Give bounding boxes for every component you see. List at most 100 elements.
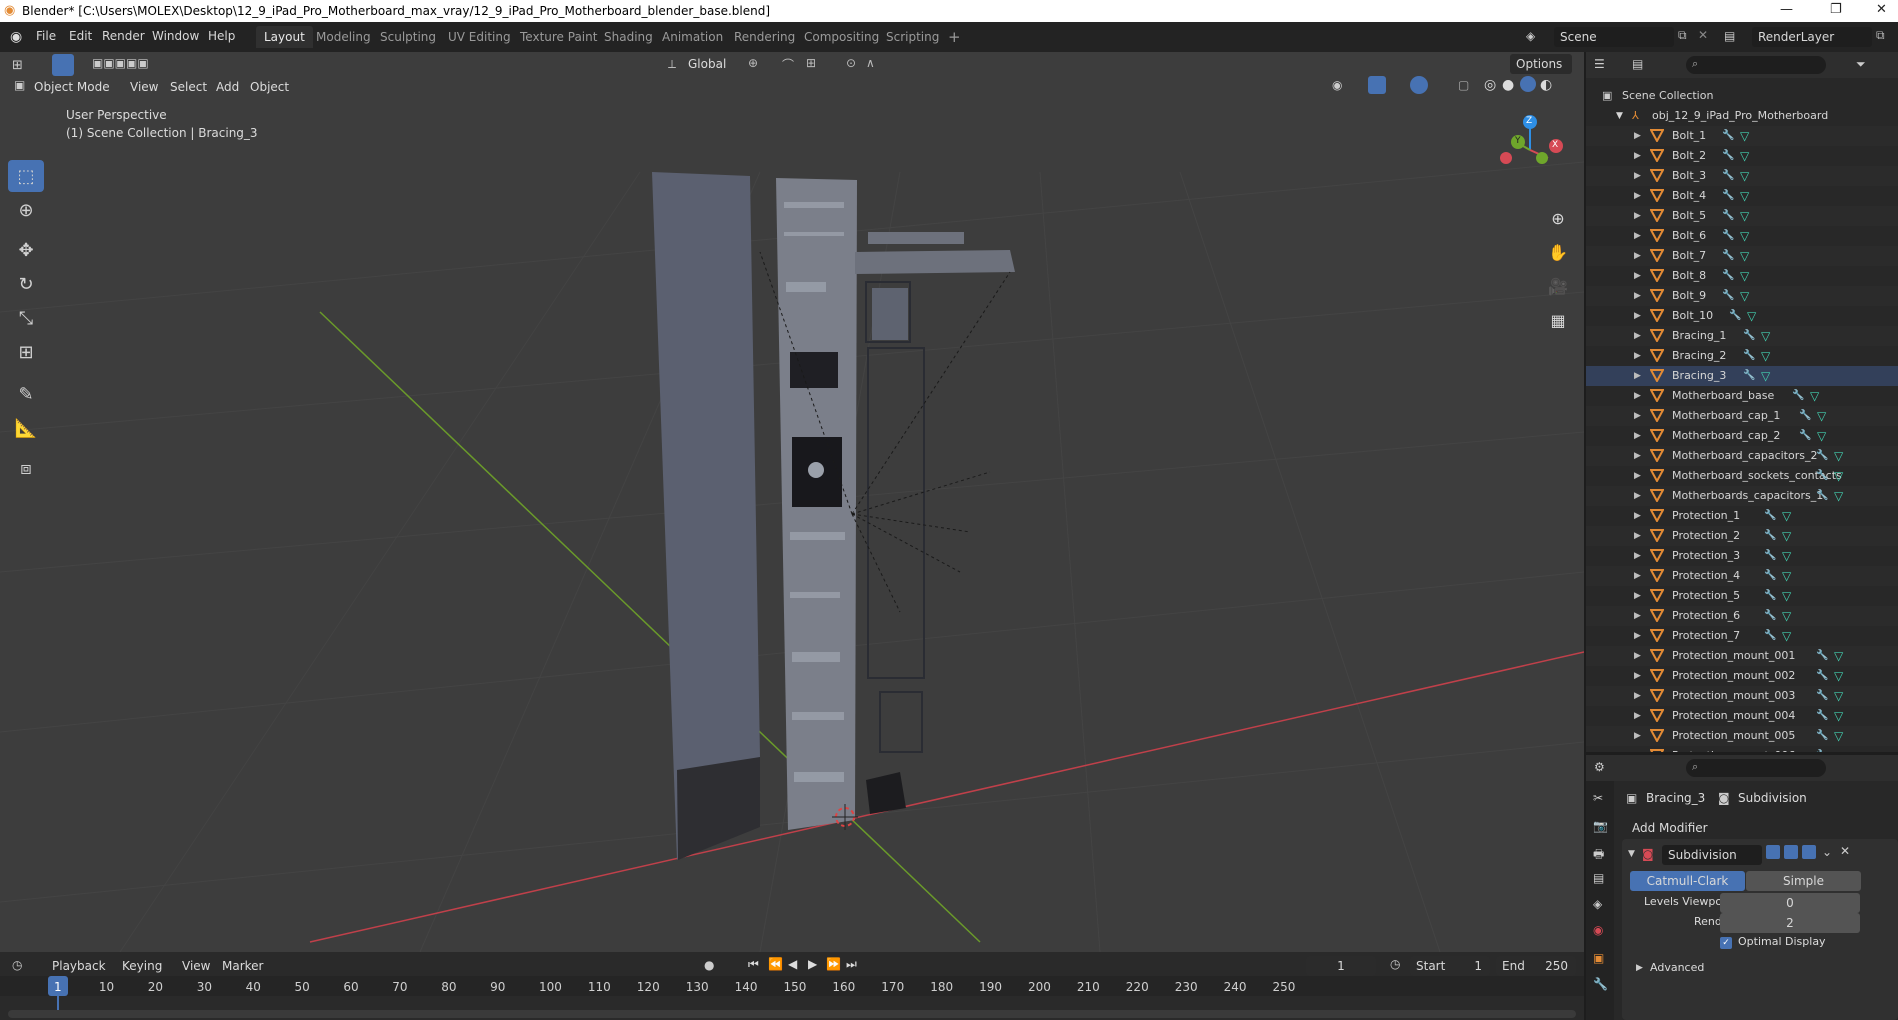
modifier-wrench-icon[interactable]: 🔧 xyxy=(1816,446,1828,466)
mesh-data-icon[interactable]: ▽ xyxy=(1782,526,1791,546)
outliner-item[interactable]: ▶ Protection_7 🔧 ▽ xyxy=(1586,626,1898,646)
expand-arrow-icon[interactable]: ▶ xyxy=(1634,706,1641,726)
mesh-data-icon[interactable]: ▽ xyxy=(1834,466,1843,486)
rotate-tool-icon[interactable]: ↻ xyxy=(8,268,44,300)
options-button[interactable]: Options xyxy=(1510,54,1572,74)
xray-icon[interactable]: ▢ xyxy=(1458,78,1469,92)
outliner-item[interactable]: ▶ Protection_2 🔧 ▽ xyxy=(1586,526,1898,546)
modifier-wrench-icon[interactable]: 🔧 xyxy=(1764,546,1776,566)
mesh-data-icon[interactable]: ▽ xyxy=(1817,406,1826,426)
outliner-search-input[interactable]: ⌕ xyxy=(1686,56,1826,74)
snap-target-icon[interactable]: ⊞ xyxy=(806,56,816,70)
pivot-icon[interactable]: ⊕ xyxy=(748,56,758,70)
remove-modifier-icon[interactable]: ✕ xyxy=(1840,844,1850,858)
tab-rendering[interactable]: Rendering xyxy=(726,26,803,48)
outliner-parent[interactable]: ▼ ⅄ obj_12_9_iPad_Pro_Motherboard xyxy=(1586,106,1898,126)
modifier-wrench-icon[interactable]: 🔧 xyxy=(1816,686,1828,706)
tab-modeling[interactable]: Modeling xyxy=(308,26,379,48)
expand-arrow-icon[interactable]: ▶ xyxy=(1634,726,1641,746)
expand-arrow-icon[interactable]: ▶ xyxy=(1634,306,1641,326)
scale-tool-icon[interactable]: ⤡ xyxy=(8,302,44,334)
mesh-data-icon[interactable]: ▽ xyxy=(1740,286,1749,306)
new-view-layer-icon[interactable]: ⧉ xyxy=(1876,28,1885,43)
outliner-item[interactable]: ▶ Bolt_5 🔧 ▽ xyxy=(1586,206,1898,226)
outliner-item[interactable]: ▶ Protection_1 🔧 ▽ xyxy=(1586,506,1898,526)
modifier-wrench-icon[interactable]: 🔧 xyxy=(1722,126,1734,146)
world-tab-icon[interactable]: ◉ xyxy=(1593,923,1603,937)
mesh-data-icon[interactable]: ▽ xyxy=(1782,626,1791,646)
modifier-wrench-icon[interactable]: 🔧 xyxy=(1799,426,1811,446)
mesh-data-icon[interactable]: ▽ xyxy=(1810,386,1819,406)
expand-arrow-icon[interactable]: ▶ xyxy=(1634,226,1641,246)
mesh-data-icon[interactable]: ▽ xyxy=(1782,606,1791,626)
display-mode-icon[interactable]: ▤ xyxy=(1632,57,1643,71)
modifier-wrench-icon[interactable]: 🔧 xyxy=(1722,226,1734,246)
measure-tool-icon[interactable]: 📐 xyxy=(8,412,44,444)
modifier-wrench-icon[interactable]: 🔧 xyxy=(1722,186,1734,206)
modifier-wrench-icon[interactable]: 🔧 xyxy=(1816,706,1828,726)
expand-arrow-icon[interactable]: ▶ xyxy=(1634,346,1641,366)
tab-shading[interactable]: Shading xyxy=(596,26,661,48)
proportional-edit-icon[interactable]: ⊙ xyxy=(846,56,856,70)
render-levels-field[interactable]: 2 xyxy=(1720,913,1860,933)
tab-scripting[interactable]: Scripting xyxy=(878,26,947,48)
menu-keying[interactable]: Keying xyxy=(122,959,162,973)
mesh-data-icon[interactable]: ▽ xyxy=(1782,566,1791,586)
outliner-editor-icon[interactable]: ☰ xyxy=(1594,57,1605,71)
prev-keyframe-icon[interactable]: ⏪ xyxy=(768,957,783,971)
modifier-wrench-icon[interactable]: 🔧 xyxy=(1764,506,1776,526)
mesh-data-icon[interactable]: ▽ xyxy=(1834,746,1843,752)
mesh-data-icon[interactable]: ▽ xyxy=(1782,506,1791,526)
modifier-wrench-icon[interactable]: 🔧 xyxy=(1729,306,1741,326)
expand-arrow-icon[interactable]: ▶ xyxy=(1634,526,1641,546)
modifier-wrench-icon[interactable]: 🔧 xyxy=(1764,526,1776,546)
timeline-editor-icon[interactable]: ◷ xyxy=(12,958,22,972)
3d-viewport[interactable]: ⊞ ▣▣▣▣▣ ⟂ Global ⊕ ⌒ ⊞ ⊙ ∧ Options ▣ Obj… xyxy=(0,52,1584,952)
gizmo-toggle-icon[interactable] xyxy=(1368,76,1386,94)
modifier-wrench-icon[interactable]: 🔧 xyxy=(1743,346,1755,366)
outliner-item[interactable]: ▶ Bolt_3 🔧 ▽ xyxy=(1586,166,1898,186)
modifier-wrench-icon[interactable]: 🔧 xyxy=(1764,586,1776,606)
outliner-item[interactable]: ▶ Protection_mount_005 🔧 ▽ xyxy=(1586,726,1898,746)
expand-arrow-icon[interactable]: ▼ xyxy=(1616,106,1623,126)
mesh-data-icon[interactable]: ▽ xyxy=(1761,366,1770,386)
tab-sculpting[interactable]: Sculpting xyxy=(372,26,444,48)
mesh-data-icon[interactable]: ▽ xyxy=(1740,126,1749,146)
mesh-data-icon[interactable]: ▽ xyxy=(1834,486,1843,506)
modifier-wrench-icon[interactable]: 🔧 xyxy=(1722,266,1734,286)
render-toggle-icon[interactable] xyxy=(1802,845,1816,859)
expand-arrow-icon[interactable]: ▶ xyxy=(1634,486,1641,506)
annotate-tool-icon[interactable]: ✎ xyxy=(8,378,44,410)
modifier-wrench-icon[interactable]: 🔧 xyxy=(1764,566,1776,586)
tab-texture-paint[interactable]: Texture Paint xyxy=(512,26,605,48)
modifier-wrench-icon[interactable]: 🔧 xyxy=(1792,386,1804,406)
modifier-wrench-icon[interactable]: 🔧 xyxy=(1816,646,1828,666)
levels-viewport-field[interactable]: 0 xyxy=(1720,893,1860,913)
modifier-wrench-icon[interactable]: 🔧 xyxy=(1722,146,1734,166)
modifier-wrench-icon[interactable]: 🔧 xyxy=(1722,246,1734,266)
render-tab-icon[interactable]: 📷 xyxy=(1593,819,1608,833)
mesh-data-icon[interactable]: ▽ xyxy=(1834,726,1843,746)
modifier-name-field[interactable]: Subdivision xyxy=(1662,845,1762,865)
menu-window[interactable]: Window xyxy=(152,29,199,43)
menu-view[interactable]: View xyxy=(130,80,158,94)
maximize-button[interactable]: ❐ xyxy=(1830,2,1842,17)
modifier-wrench-icon[interactable]: 🔧 xyxy=(1722,286,1734,306)
properties-editor-icon[interactable]: ⚙ xyxy=(1594,760,1605,774)
select-mode-icons[interactable]: ▣▣▣▣▣ xyxy=(92,56,149,70)
expand-arrow-icon[interactable]: ▶ xyxy=(1634,506,1641,526)
mesh-data-icon[interactable]: ▽ xyxy=(1782,546,1791,566)
mesh-data-icon[interactable]: ▽ xyxy=(1782,586,1791,606)
shading-solid-icon[interactable]: ● xyxy=(1502,77,1514,93)
object-tab-icon[interactable]: ▣ xyxy=(1593,951,1604,965)
next-keyframe-icon[interactable]: ⏩ xyxy=(826,957,841,971)
modifier-wrench-icon[interactable]: 🔧 xyxy=(1743,326,1755,346)
expand-arrow-icon[interactable]: ▶ xyxy=(1634,186,1641,206)
remove-scene-icon[interactable]: ✕ xyxy=(1698,28,1708,42)
menu-select[interactable]: Select xyxy=(170,80,207,94)
outliner-item[interactable]: ▶ Protection_mount_003 🔧 ▽ xyxy=(1586,686,1898,706)
tab-layout[interactable]: Layout xyxy=(256,26,313,48)
mesh-data-icon[interactable]: ▽ xyxy=(1761,326,1770,346)
outliner-item[interactable]: ▶ Protection_mount_001 🔧 ▽ xyxy=(1586,646,1898,666)
jump-end-icon[interactable]: ⏭ xyxy=(846,957,857,972)
